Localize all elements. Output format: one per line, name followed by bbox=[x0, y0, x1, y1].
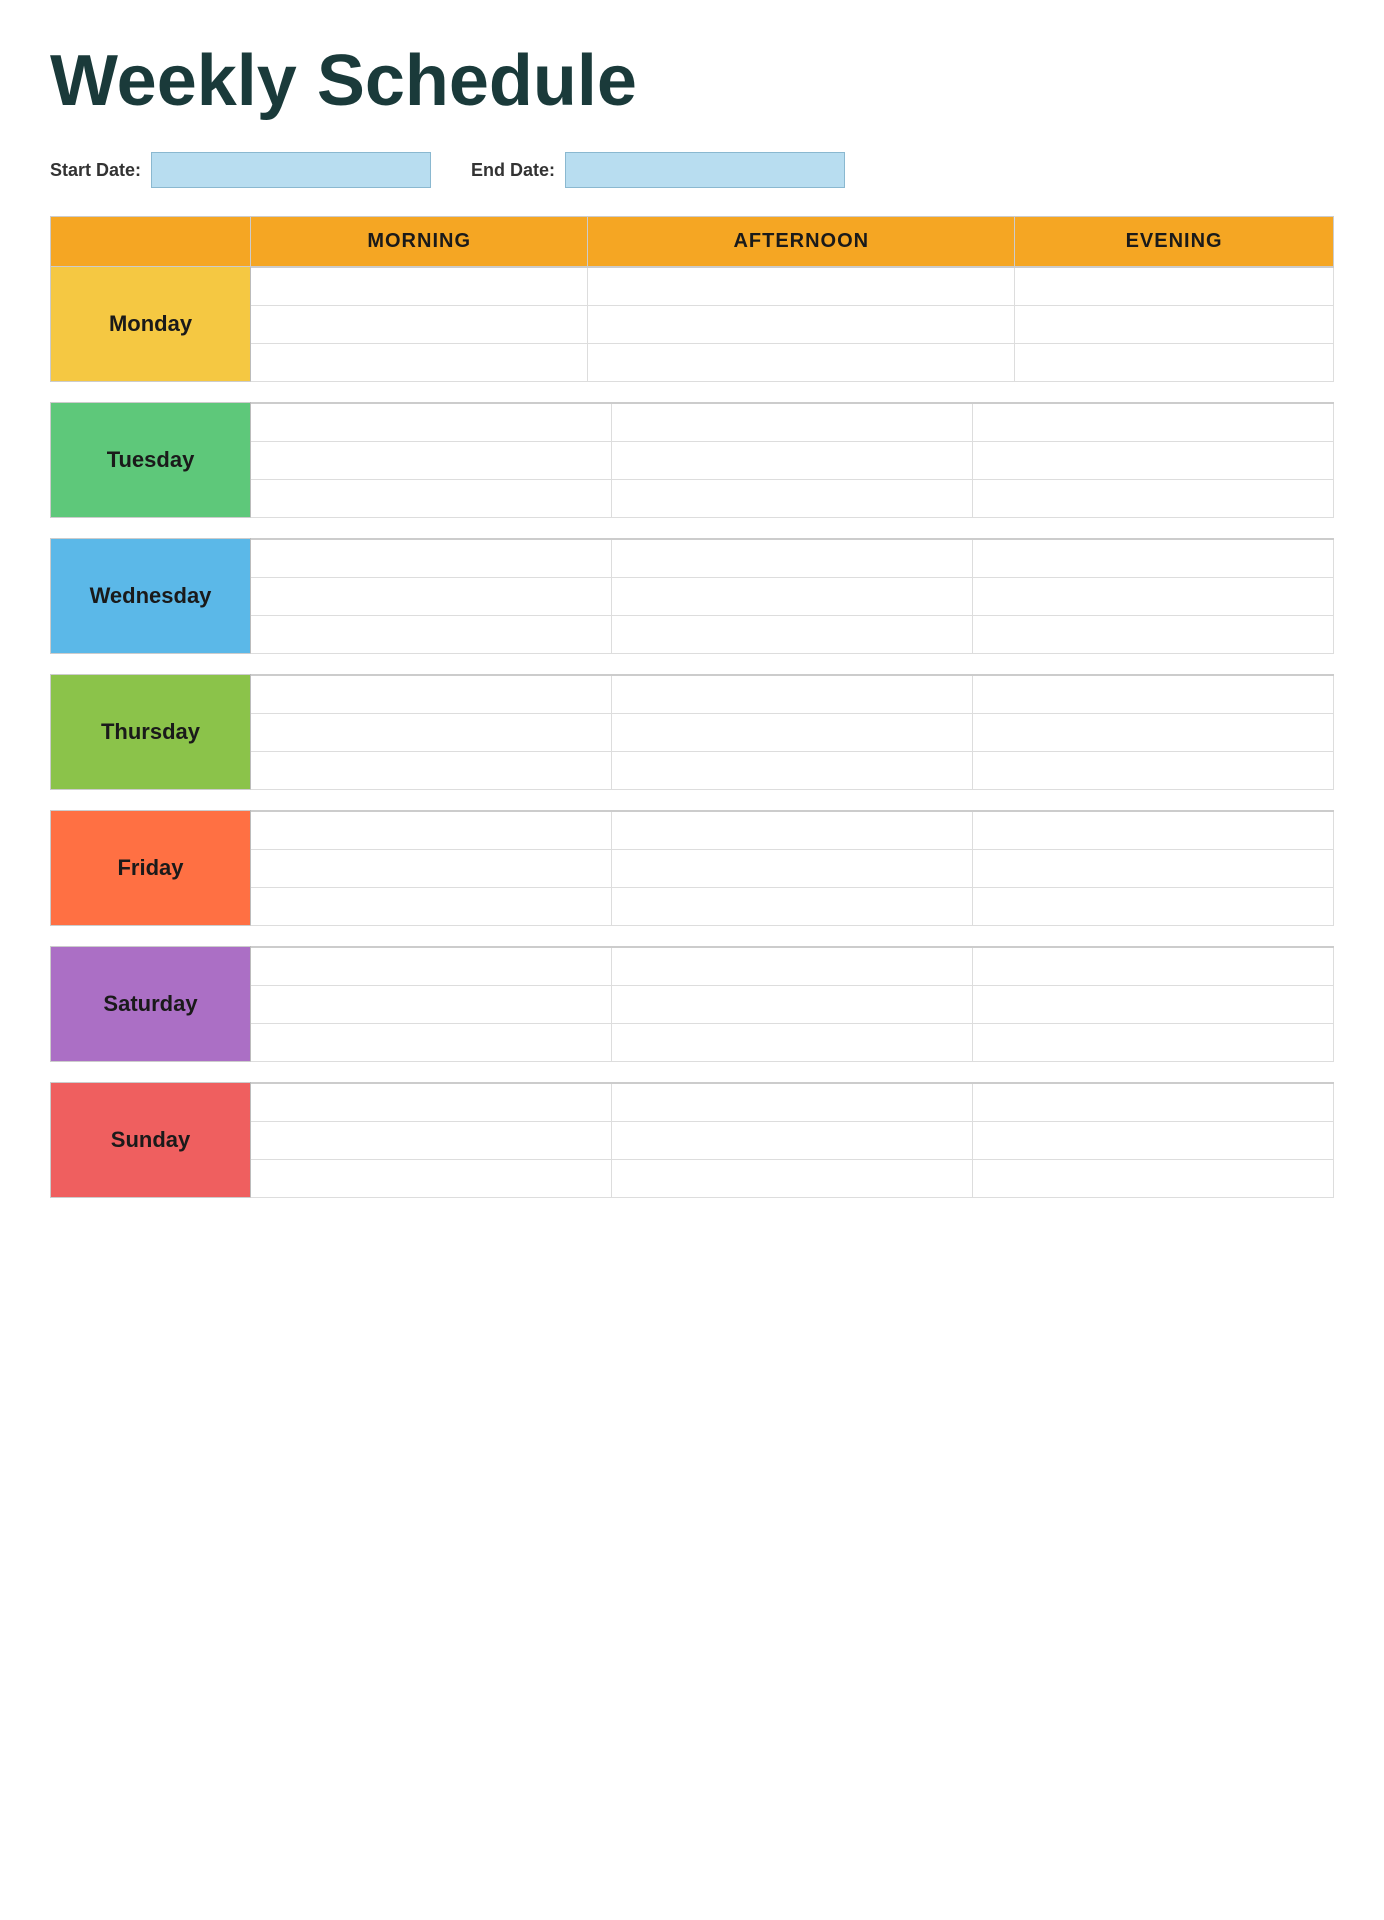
wednesday-afternoon-2[interactable] bbox=[612, 540, 973, 578]
wednesday-morning-3[interactable] bbox=[251, 578, 612, 616]
monday-label: Monday bbox=[51, 267, 251, 382]
tuesday-afternoon-3[interactable] bbox=[612, 442, 973, 480]
end-date-group: End Date: bbox=[471, 152, 845, 188]
friday-afternoon-4[interactable] bbox=[612, 888, 973, 926]
saturday-label: Saturday bbox=[51, 947, 251, 1062]
friday-afternoon-3[interactable] bbox=[612, 850, 973, 888]
monday-morning-2[interactable] bbox=[251, 268, 588, 306]
friday-morning-4[interactable] bbox=[251, 888, 612, 926]
tuesday-evening-2[interactable] bbox=[973, 404, 1334, 442]
tuesday-morning-3[interactable] bbox=[251, 442, 612, 480]
tuesday-evening-4[interactable] bbox=[973, 480, 1334, 518]
monday-evening-2[interactable] bbox=[1015, 268, 1334, 306]
wednesday-afternoon-3[interactable] bbox=[612, 578, 973, 616]
thursday-evening-4[interactable] bbox=[973, 752, 1334, 790]
header-row: MORNING AFTERNOON EVENING bbox=[51, 217, 1334, 267]
saturday-evening-2[interactable] bbox=[973, 948, 1334, 986]
header-evening: EVENING bbox=[1015, 217, 1334, 267]
tuesday-table: Tuesday bbox=[50, 402, 1334, 518]
monday-afternoon-3[interactable] bbox=[588, 306, 1015, 344]
thursday-table: Thursday bbox=[50, 674, 1334, 790]
tuesday-afternoon-2[interactable] bbox=[612, 404, 973, 442]
sunday-evening-3[interactable] bbox=[973, 1122, 1334, 1160]
tuesday-morning-4[interactable] bbox=[251, 480, 612, 518]
saturday-morning-3[interactable] bbox=[251, 986, 612, 1024]
sunday-morning-4[interactable] bbox=[251, 1160, 612, 1198]
friday-morning-3[interactable] bbox=[251, 850, 612, 888]
start-date-group: Start Date: bbox=[50, 152, 431, 188]
thursday-evening-2[interactable] bbox=[973, 676, 1334, 714]
thursday-afternoon-3[interactable] bbox=[612, 714, 973, 752]
thursday-label: Thursday bbox=[51, 675, 251, 790]
wednesday-morning-2[interactable] bbox=[251, 540, 612, 578]
friday-evening-2[interactable] bbox=[973, 812, 1334, 850]
header-afternoon: AFTERNOON bbox=[588, 217, 1015, 267]
thursday-afternoon-2[interactable] bbox=[612, 676, 973, 714]
header-morning: MORNING bbox=[251, 217, 588, 267]
saturday-evening-3[interactable] bbox=[973, 986, 1334, 1024]
friday-table: Friday bbox=[50, 810, 1334, 926]
friday-evening-4[interactable] bbox=[973, 888, 1334, 926]
monday-morning-3[interactable] bbox=[251, 306, 588, 344]
saturday-evening-4[interactable] bbox=[973, 1024, 1334, 1062]
tuesday-evening-3[interactable] bbox=[973, 442, 1334, 480]
sunday-label: Sunday bbox=[51, 1083, 251, 1198]
sunday-morning-3[interactable] bbox=[251, 1122, 612, 1160]
thursday-morning-3[interactable] bbox=[251, 714, 612, 752]
page-title: Weekly Schedule bbox=[50, 40, 1334, 122]
monday-evening-4[interactable] bbox=[1015, 344, 1334, 382]
tuesday-afternoon-4[interactable] bbox=[612, 480, 973, 518]
saturday-morning-4[interactable] bbox=[251, 1024, 612, 1062]
wednesday-evening-3[interactable] bbox=[973, 578, 1334, 616]
wednesday-evening-4[interactable] bbox=[973, 616, 1334, 654]
wednesday-morning-4[interactable] bbox=[251, 616, 612, 654]
sunday-evening-4[interactable] bbox=[973, 1160, 1334, 1198]
tuesday-label: Tuesday bbox=[51, 403, 251, 518]
wednesday-afternoon-4[interactable] bbox=[612, 616, 973, 654]
sunday-morning-2[interactable] bbox=[251, 1084, 612, 1122]
saturday-afternoon-2[interactable] bbox=[612, 948, 973, 986]
saturday-afternoon-3[interactable] bbox=[612, 986, 973, 1024]
saturday-morning-2[interactable] bbox=[251, 948, 612, 986]
date-row: Start Date: End Date: bbox=[50, 152, 1334, 188]
wednesday-label: Wednesday bbox=[51, 539, 251, 654]
monday-afternoon-2[interactable] bbox=[588, 268, 1015, 306]
sunday-afternoon-2[interactable] bbox=[612, 1084, 973, 1122]
sunday-table: Sunday bbox=[50, 1082, 1334, 1198]
friday-label: Friday bbox=[51, 811, 251, 926]
sunday-afternoon-4[interactable] bbox=[612, 1160, 973, 1198]
wednesday-table: Wednesday bbox=[50, 538, 1334, 654]
header-day-col bbox=[51, 217, 251, 267]
friday-afternoon-2[interactable] bbox=[612, 812, 973, 850]
monday-afternoon-4[interactable] bbox=[588, 344, 1015, 382]
sunday-afternoon-3[interactable] bbox=[612, 1122, 973, 1160]
friday-morning-2[interactable] bbox=[251, 812, 612, 850]
sunday-evening-2[interactable] bbox=[973, 1084, 1334, 1122]
end-date-input[interactable] bbox=[565, 152, 845, 188]
thursday-evening-3[interactable] bbox=[973, 714, 1334, 752]
saturday-afternoon-4[interactable] bbox=[612, 1024, 973, 1062]
end-date-label: End Date: bbox=[471, 160, 555, 181]
start-date-label: Start Date: bbox=[50, 160, 141, 181]
thursday-morning-4[interactable] bbox=[251, 752, 612, 790]
thursday-afternoon-4[interactable] bbox=[612, 752, 973, 790]
thursday-morning-2[interactable] bbox=[251, 676, 612, 714]
friday-evening-3[interactable] bbox=[973, 850, 1334, 888]
start-date-input[interactable] bbox=[151, 152, 431, 188]
monday-evening-3[interactable] bbox=[1015, 306, 1334, 344]
monday-table: MORNING AFTERNOON EVENING Monday bbox=[50, 216, 1334, 382]
schedule-container: MORNING AFTERNOON EVENING Monday bbox=[50, 216, 1334, 1198]
wednesday-evening-2[interactable] bbox=[973, 540, 1334, 578]
tuesday-morning-2[interactable] bbox=[251, 404, 612, 442]
saturday-table: Saturday bbox=[50, 946, 1334, 1062]
monday-morning-4[interactable] bbox=[251, 344, 588, 382]
